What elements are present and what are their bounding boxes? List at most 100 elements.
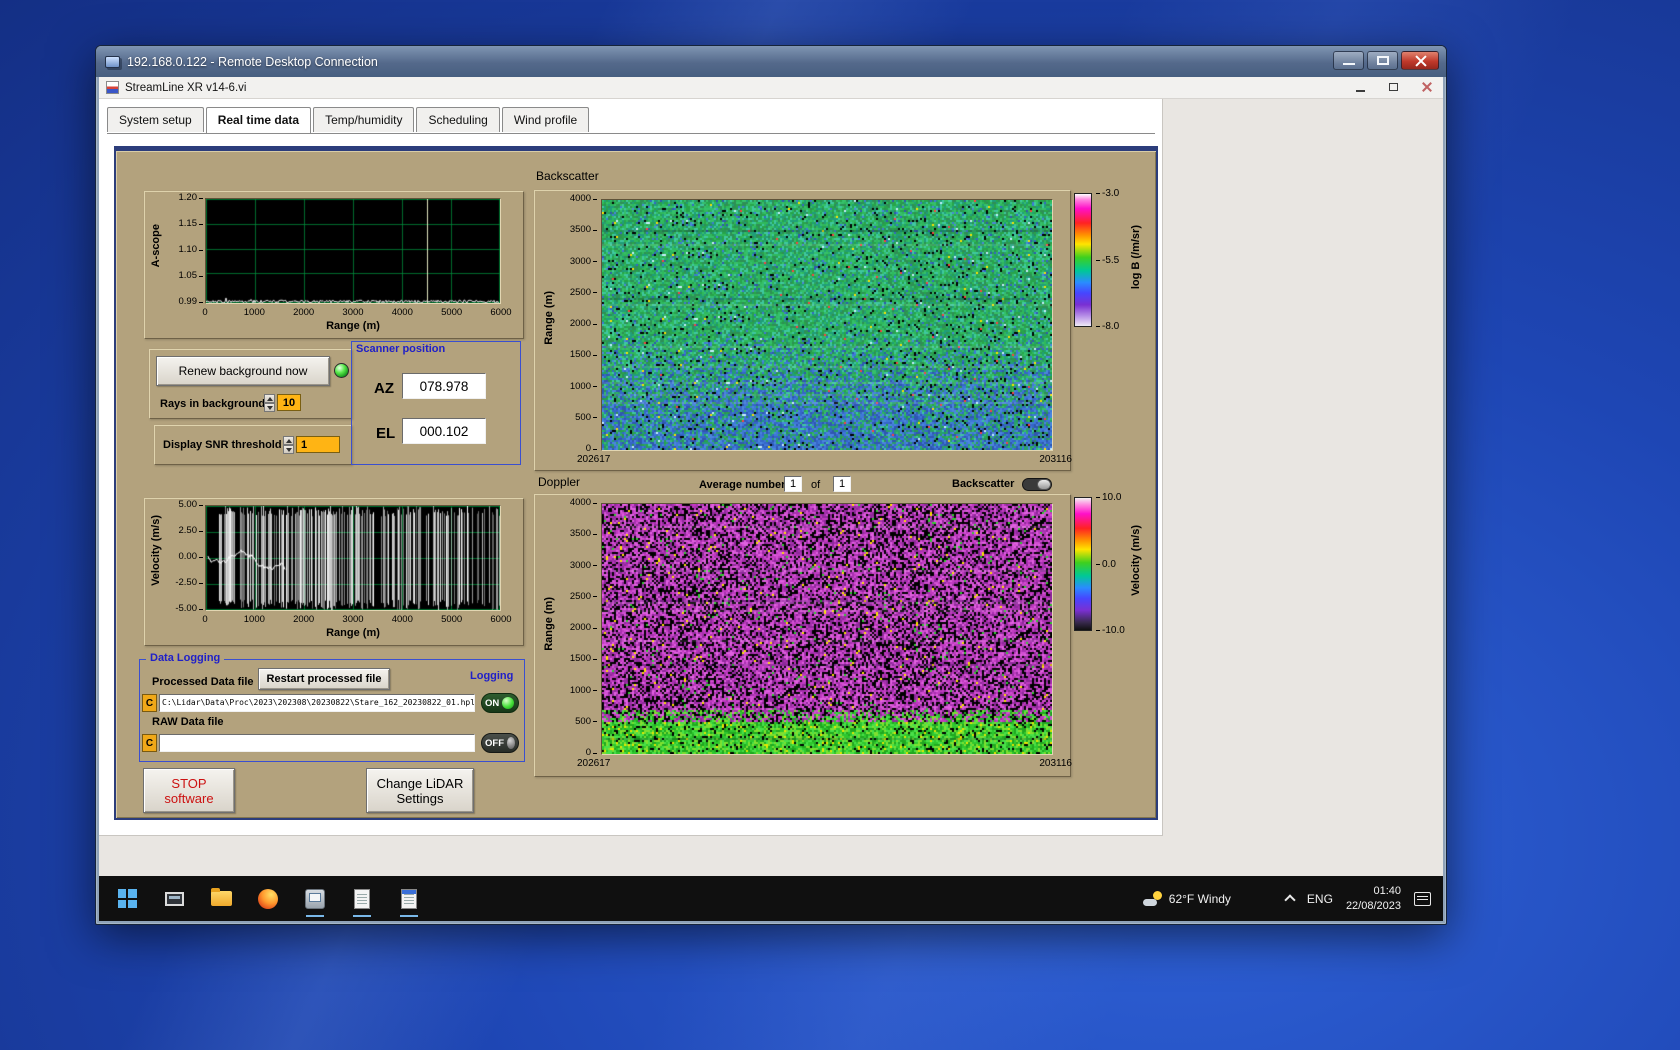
app-minimize-button[interactable] xyxy=(1352,80,1370,95)
off-label: OFF xyxy=(485,738,504,749)
raw-path-field[interactable] xyxy=(159,734,475,752)
rdp-maximize-button[interactable] xyxy=(1367,51,1398,70)
weather-text: 62°F Windy xyxy=(1169,892,1231,906)
tab-strip: System setup Real time data Temp/humidit… xyxy=(107,107,591,132)
notepad-icon xyxy=(401,889,417,909)
rdp-close-button[interactable] xyxy=(1401,51,1439,70)
scan-scheduler-button[interactable] xyxy=(350,885,374,913)
language-indicator[interactable]: ENG xyxy=(1307,892,1333,906)
doppler-x-ticks: 202617203116 xyxy=(577,758,1072,769)
velocity-y-ticks: 5.002.500.00-2.50-5.00 xyxy=(163,500,203,614)
change-lidar-settings-button[interactable]: Change LiDAR Settings xyxy=(366,768,474,813)
tab-system-setup[interactable]: System setup xyxy=(107,107,204,132)
backscatter-toggle-label: Backscatter xyxy=(952,478,1014,490)
snr-value[interactable]: 1 xyxy=(296,436,340,453)
doppler-y-ticks: 40003500300025002000150010005000 xyxy=(559,498,597,758)
backscatter-x-ticks: 202617203116 xyxy=(577,454,1072,465)
backscatter-plot-area xyxy=(602,200,1052,450)
app-client-area: System setup Real time data Temp/humidit… xyxy=(99,99,1443,876)
raw-drive-button[interactable]: C xyxy=(142,734,157,752)
scan-scheduler-icon xyxy=(354,889,370,909)
tab-temp-humidity[interactable]: Temp/humidity xyxy=(313,107,414,132)
az-value[interactable]: 078.978 xyxy=(402,373,486,399)
data-logging-title: Data Logging xyxy=(146,652,224,664)
tray-chevron-icon[interactable] xyxy=(1284,894,1295,905)
processed-logging-on-switch[interactable]: ON xyxy=(481,693,519,713)
scanner-position-group: Scanner position AZ 078.978 EL 000.102 xyxy=(351,341,521,465)
processed-drive-button[interactable]: C xyxy=(142,694,157,712)
weather-icon xyxy=(1143,891,1163,906)
display-snr-threshold-label: Display SNR threshold xyxy=(163,439,282,451)
scanner-position-title: Scanner position xyxy=(356,343,445,355)
app-window-title: StreamLine XR v14-6.vi xyxy=(125,82,246,94)
velocity-x-ticks: 0100020003000400050006000 xyxy=(190,614,516,625)
tab-control-border xyxy=(107,133,1155,134)
average-total-value[interactable]: 1 xyxy=(833,476,851,492)
firefox-icon xyxy=(258,889,278,909)
background-status-led xyxy=(334,363,349,378)
tab-real-time-data[interactable]: Real time data xyxy=(206,107,311,133)
raw-logging-off-switch[interactable]: OFF xyxy=(481,733,519,753)
rays-spinner[interactable] xyxy=(264,394,275,412)
clock-time: 01:40 xyxy=(1373,884,1401,898)
rdp-icon xyxy=(105,56,120,68)
rdp-window-title: 192.168.0.122 - Remote Desktop Connectio… xyxy=(127,55,378,69)
backscatter-colorbar xyxy=(1074,193,1092,327)
el-label: EL xyxy=(376,425,395,442)
weather-widget[interactable]: 62°F Windy xyxy=(1143,891,1231,906)
taskbar: 62°F Windy ENG 01:40 22/08/2023 xyxy=(99,876,1443,921)
snr-spinner[interactable] xyxy=(283,436,294,454)
tab-scheduling[interactable]: Scheduling xyxy=(416,107,499,132)
app-restore-button[interactable] xyxy=(1385,80,1403,95)
velocity-plot-area xyxy=(206,506,500,610)
ascope-graph: A-scope 1.201.151.101.050.99 01000200030… xyxy=(144,191,524,339)
app-close-button[interactable] xyxy=(1418,80,1436,95)
file-explorer-icon xyxy=(211,891,232,906)
rays-value[interactable]: 10 xyxy=(277,394,301,411)
el-value[interactable]: 000.102 xyxy=(402,418,486,444)
notification-center-icon[interactable] xyxy=(1414,892,1431,906)
backscatter-graph: Range (m) 400035003000250020001500100050… xyxy=(534,190,1071,471)
stop-software-button[interactable]: STOP software xyxy=(143,768,235,813)
start-icon xyxy=(118,889,137,908)
processed-path-field[interactable]: C:\Lidar\Data\Proc\2023\202308\20230822\… xyxy=(159,694,475,712)
streamline-app-icon xyxy=(305,889,325,909)
tab-wind-profile[interactable]: Wind profile xyxy=(502,107,589,132)
processed-data-file-label: Processed Data file xyxy=(152,676,254,688)
average-current-value[interactable]: 1 xyxy=(784,476,802,492)
rdp-titlebar[interactable]: 192.168.0.122 - Remote Desktop Connectio… xyxy=(96,46,1446,77)
firefox-button[interactable] xyxy=(256,885,280,913)
backscatter-section-label: Backscatter xyxy=(536,169,599,183)
ascope-x-ticks: 0100020003000400050006000 xyxy=(190,307,516,318)
rdp-minimize-button[interactable] xyxy=(1333,51,1364,70)
doppler-y-axis-label: Range (m) xyxy=(543,597,555,651)
renew-background-button[interactable]: Renew background now xyxy=(156,356,330,386)
restart-processed-file-button[interactable]: Restart processed file xyxy=(258,668,390,690)
ascope-plot-area xyxy=(206,199,500,303)
file-explorer-button[interactable] xyxy=(209,885,233,913)
backscatter-colorbar-label: log B (/m/sr) xyxy=(1130,225,1142,289)
data-logging-group: Data Logging Processed Data file Restart… xyxy=(139,659,525,762)
on-label: ON xyxy=(485,698,499,709)
vi-icon xyxy=(106,81,119,94)
streamline-app-button[interactable] xyxy=(303,885,327,913)
clock-date: 22/08/2023 xyxy=(1346,899,1401,913)
rdp-window: 192.168.0.122 - Remote Desktop Connectio… xyxy=(95,45,1447,925)
doppler-graph: Range (m) 400035003000250020001500100050… xyxy=(534,494,1071,777)
system-tray: 62°F Windy ENG 01:40 22/08/2023 xyxy=(1143,884,1443,913)
taskbar-clock[interactable]: 01:40 22/08/2023 xyxy=(1346,884,1401,913)
app-titlebar[interactable]: StreamLine XR v14-6.vi xyxy=(99,77,1443,99)
task-view-button[interactable] xyxy=(162,885,186,913)
doppler-colorbar-label: Velocity (m/s) xyxy=(1130,525,1142,596)
ascope-x-axis-label: Range (m) xyxy=(205,320,501,332)
az-label: AZ xyxy=(374,380,394,397)
snr-control-group: Display SNR threshold 1 xyxy=(154,425,352,465)
backscatter-y-axis-label: Range (m) xyxy=(543,291,555,345)
ascope-y-ticks: 1.201.151.101.050.99 xyxy=(165,193,203,307)
backscatter-y-ticks: 40003500300025002000150010005000 xyxy=(559,194,597,454)
backscatter-doppler-toggle[interactable] xyxy=(1022,478,1052,491)
remote-desktop: StreamLine XR v14-6.vi System setup Real… xyxy=(99,77,1443,921)
start-button[interactable] xyxy=(115,885,139,913)
notepad-button[interactable] xyxy=(397,885,421,913)
background-control-group: Renew background now Rays in background … xyxy=(149,349,352,419)
